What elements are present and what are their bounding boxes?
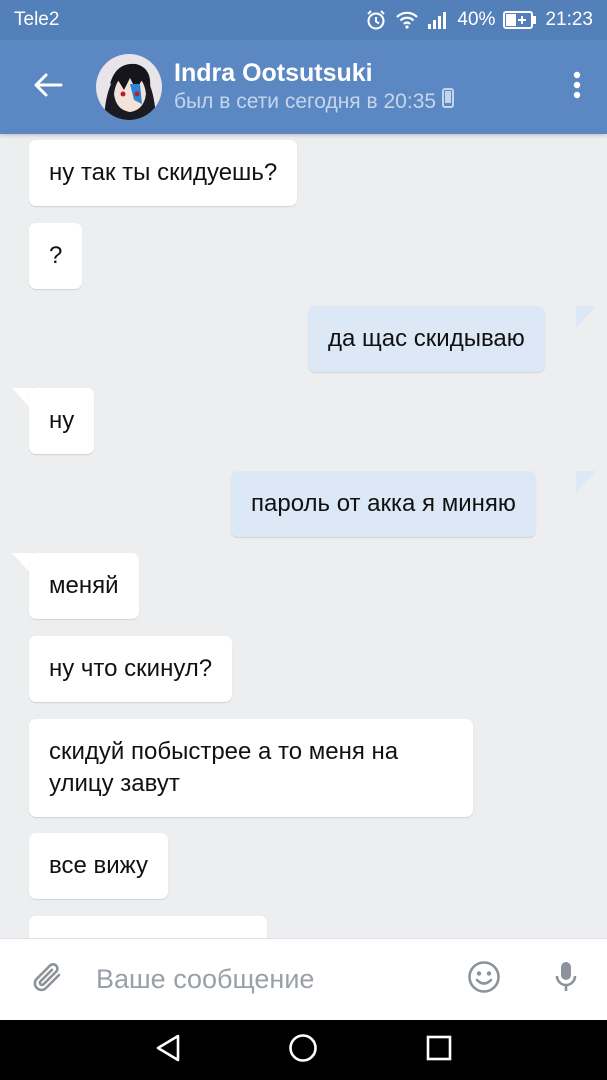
message-bubble[interactable]: меняй <box>29 553 139 619</box>
wifi-icon <box>395 10 419 30</box>
message-bubble[interactable]: пароль от акка я миняю <box>231 471 536 537</box>
status-icons: 40% 21:23 <box>365 9 593 31</box>
smiley-icon <box>467 960 501 999</box>
message-text: все вижу <box>49 852 148 879</box>
microphone-icon <box>554 960 578 999</box>
nav-home-button[interactable] <box>268 1020 338 1080</box>
arrow-left-icon <box>33 72 63 103</box>
square-recent-icon <box>426 1035 452 1066</box>
alarm-icon <box>365 9 387 31</box>
outgoing-tail <box>576 306 596 328</box>
avatar[interactable] <box>96 54 162 120</box>
back-button[interactable] <box>0 40 96 134</box>
attach-button[interactable] <box>0 939 96 1021</box>
last-seen-text: был в сети сегодня в 20:35 <box>174 90 437 113</box>
battery-percent: 40% <box>457 9 496 30</box>
message-text: пароль от акка я миняю <box>251 490 516 517</box>
paperclip-icon <box>32 960 64 999</box>
outgoing-tail <box>576 471 596 493</box>
message-input[interactable]: Ваше сообщение <box>96 964 443 995</box>
message-bubble-partial[interactable] <box>29 916 267 938</box>
nav-back-button[interactable] <box>133 1020 203 1080</box>
message-list[interactable]: ну так ты скидуешь? ? да щас скидываю ну… <box>0 134 607 938</box>
contact-name: Indra Ootsutsuki <box>174 59 373 87</box>
more-vertical-icon <box>573 71 581 104</box>
message-text: меняй <box>49 572 119 599</box>
message-bubble[interactable]: скидуй побыстрее а то меня на улицу заву… <box>29 719 473 817</box>
system-nav-bar <box>0 1020 607 1080</box>
signal-icon <box>427 10 449 30</box>
message-text: ну что скинул? <box>49 655 213 682</box>
nav-recent-button[interactable] <box>404 1020 474 1080</box>
carrier-label: Tele2 <box>14 9 60 30</box>
message-bubble[interactable]: ну так ты скидуешь? <box>29 140 298 206</box>
chat-header: Indra Ootsutsuki был в сети сегодня в 20… <box>0 40 607 134</box>
clock: 21:23 <box>545 9 593 30</box>
message-bubble[interactable]: ну <box>29 388 95 454</box>
circle-home-icon <box>288 1033 318 1068</box>
voice-message-button[interactable] <box>525 939 607 1021</box>
battery-icon <box>503 11 537 29</box>
message-input-bar: Ваше сообщение <box>0 938 607 1020</box>
message-text: да щас скидываю <box>328 325 525 352</box>
message-text: ну так ты скидуешь? <box>49 159 278 186</box>
status-bar: Tele2 40% 21:23 <box>0 0 607 40</box>
message-bubble[interactable]: да щас скидываю <box>308 306 545 372</box>
triangle-back-icon <box>155 1034 181 1067</box>
last-seen-status: был в сети сегодня в 20:35 <box>174 88 547 116</box>
message-bubble[interactable]: все вижу <box>29 833 168 899</box>
message-text: ? <box>49 242 63 269</box>
phone-icon <box>442 88 455 116</box>
message-bubble[interactable]: ну что скинул? <box>29 636 233 702</box>
emoji-button[interactable] <box>443 939 525 1021</box>
message-bubble[interactable]: ? <box>29 223 83 289</box>
message-text: ну <box>49 407 75 434</box>
more-menu-button[interactable] <box>547 40 607 134</box>
message-text: скидуй побыстрее а то меня на улицу заву… <box>49 738 399 797</box>
